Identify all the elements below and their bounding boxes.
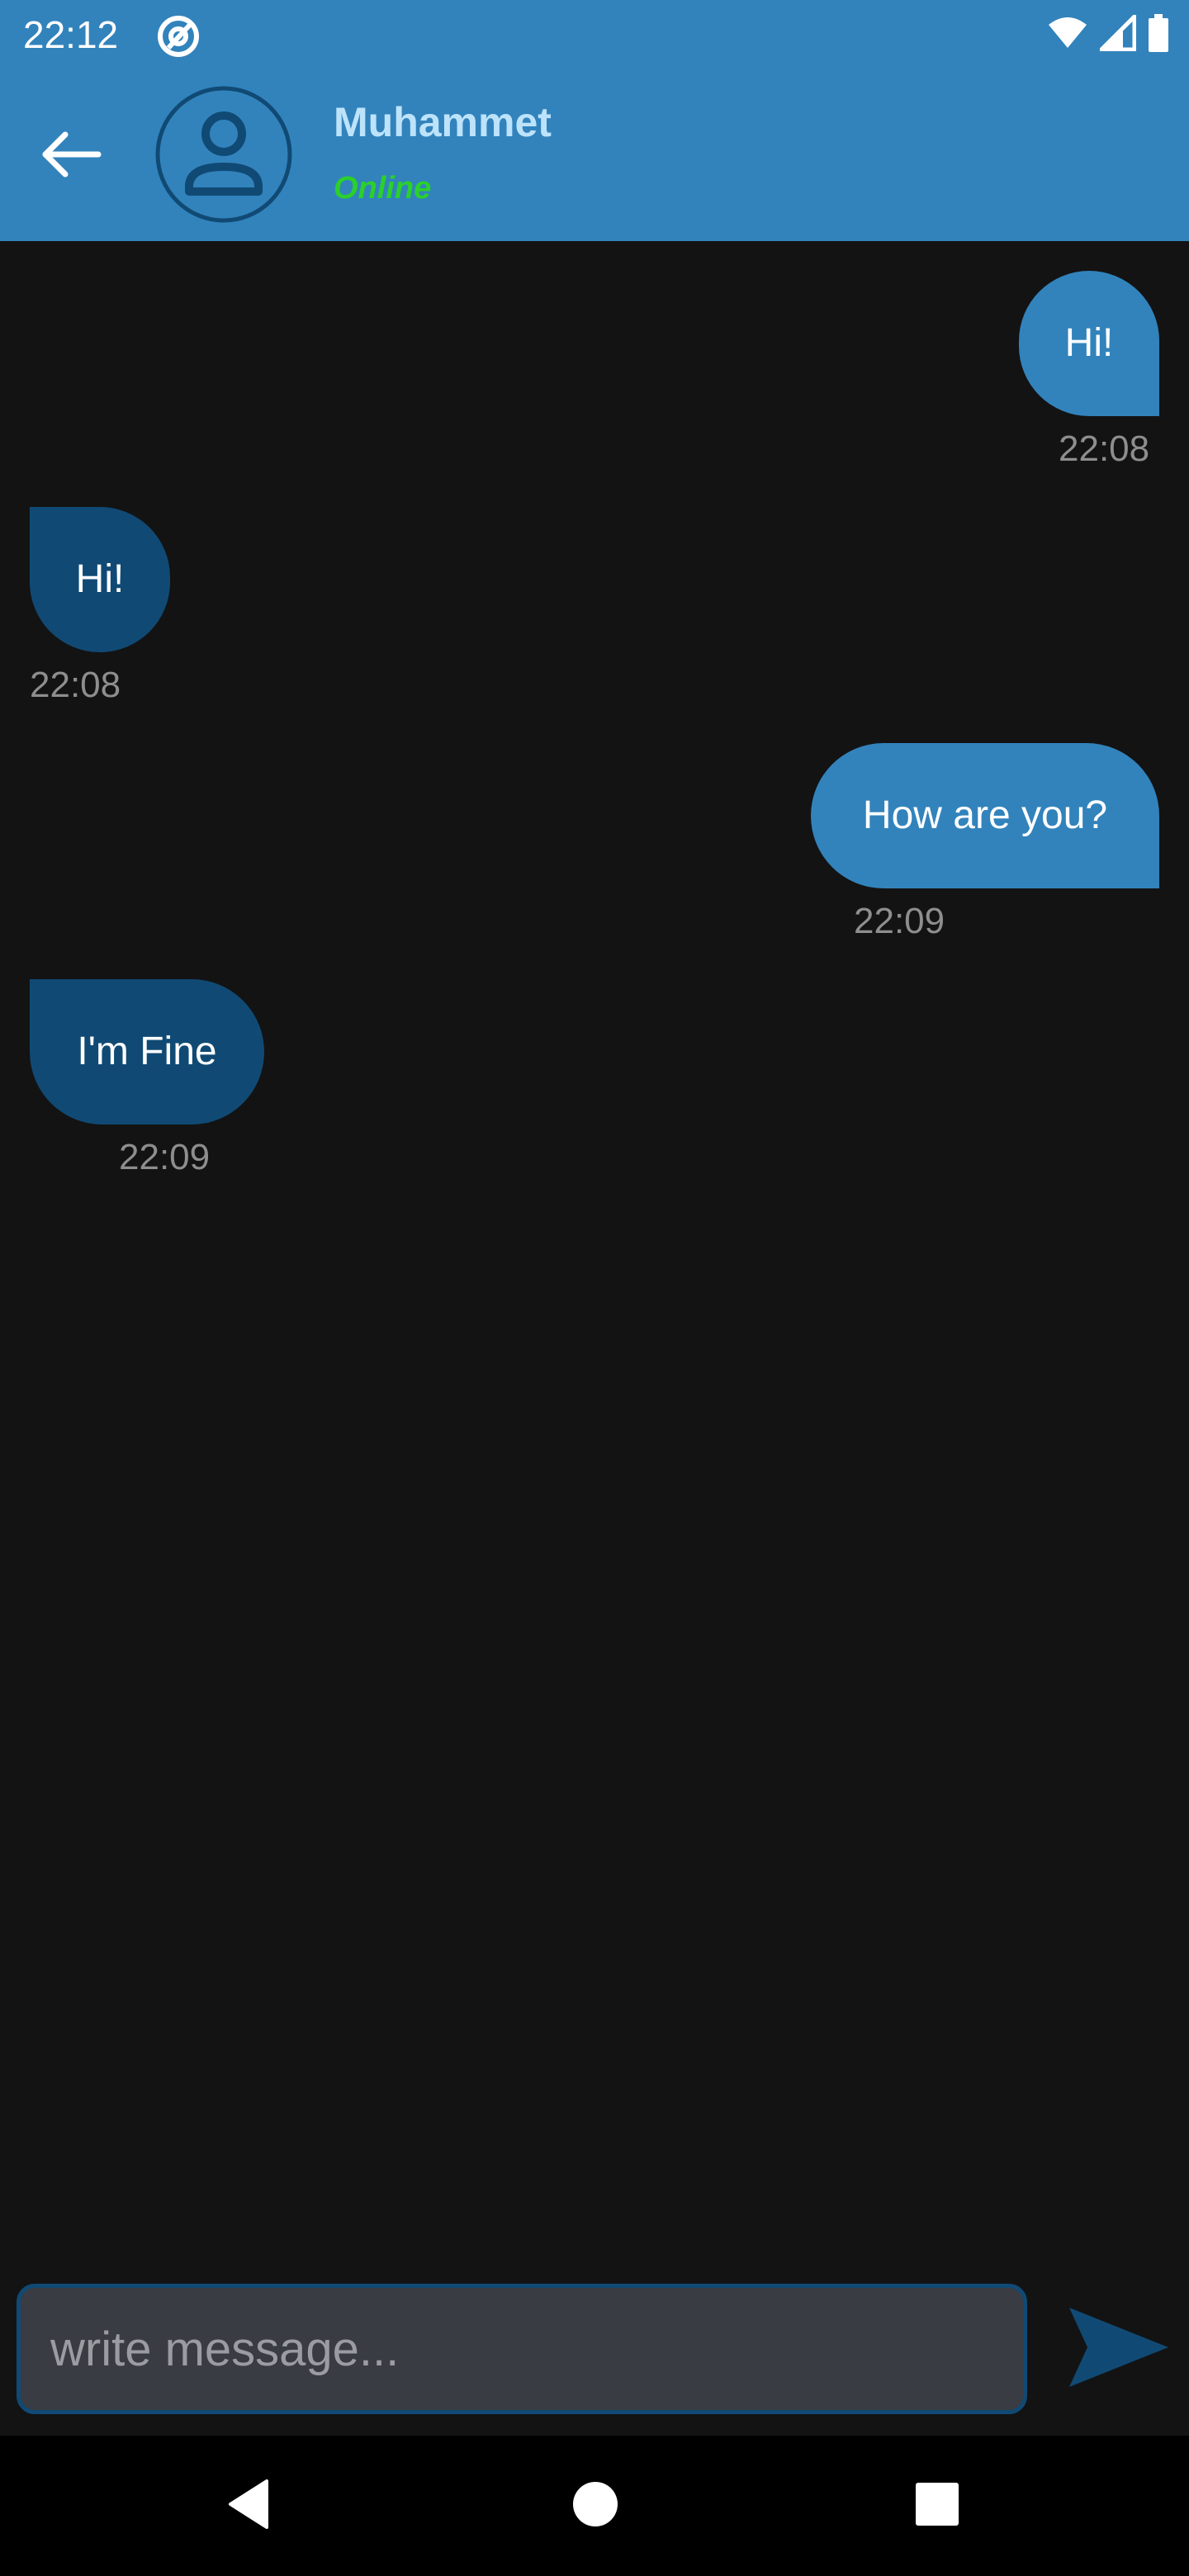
contact-name: Muhammet xyxy=(334,99,552,145)
avatar[interactable] xyxy=(155,86,292,223)
message-bubble-sent[interactable]: How are you? xyxy=(811,743,1159,888)
arrow-left-icon xyxy=(39,131,102,182)
back-triangle-icon xyxy=(224,2478,273,2535)
message-time: 22:08 xyxy=(1059,429,1150,469)
message-bubble-received[interactable]: Hi! xyxy=(30,507,170,652)
composer xyxy=(0,2279,1189,2436)
status-icons xyxy=(1047,11,1169,58)
system-nav-bar xyxy=(0,2436,1189,2576)
person-icon xyxy=(155,86,292,226)
message-time: 22:09 xyxy=(854,901,945,941)
app-notification-icon xyxy=(157,15,200,58)
message-time: 22:08 xyxy=(30,665,121,705)
status-time: 22:12 xyxy=(23,13,119,56)
home-circle-icon xyxy=(571,2479,620,2533)
signal-icon xyxy=(1096,11,1137,55)
message-time: 22:09 xyxy=(119,1137,211,1177)
wifi-icon xyxy=(1047,17,1088,54)
chat-header: Muhammet Online xyxy=(0,69,1189,241)
contact-status: Online xyxy=(334,171,432,206)
send-button[interactable] xyxy=(1060,2304,1176,2394)
nav-home-button[interactable] xyxy=(558,2469,632,2543)
recents-square-icon xyxy=(914,2481,960,2531)
back-button[interactable] xyxy=(33,119,107,193)
status-bar: 22:12 xyxy=(0,0,1189,69)
message-list[interactable]: Hi! 22:08 Hi! 22:08 How are you? 22:09 I… xyxy=(0,241,1189,2279)
message-input[interactable] xyxy=(17,2284,1027,2414)
nav-back-button[interactable] xyxy=(211,2469,286,2543)
message-bubble-received[interactable]: I'm Fine xyxy=(30,979,264,1125)
nav-recents-button[interactable] xyxy=(900,2469,974,2543)
send-icon xyxy=(1066,2304,1170,2394)
battery-icon xyxy=(1148,13,1169,56)
message-bubble-sent[interactable]: Hi! xyxy=(1019,271,1159,416)
